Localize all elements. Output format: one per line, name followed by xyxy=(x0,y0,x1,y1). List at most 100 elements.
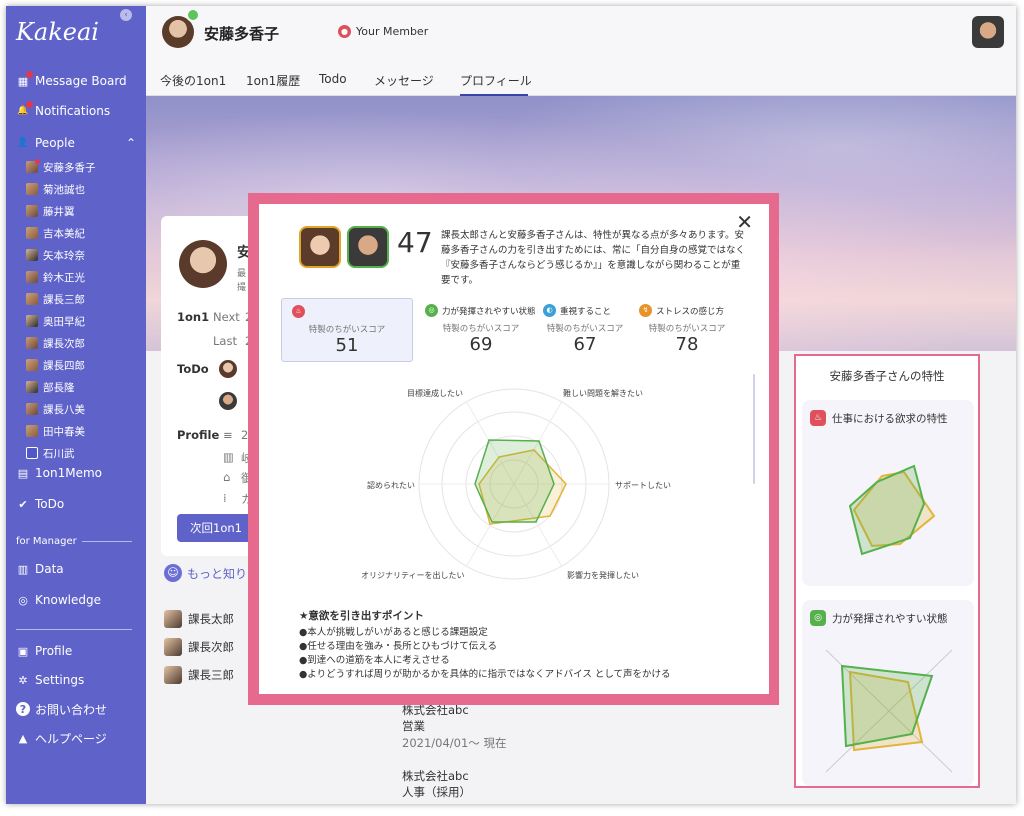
trait-card-motivation[interactable]: ♨ 仕事における欲求の特性 xyxy=(802,400,974,586)
career-period: 2021/04/01〜 現在 xyxy=(402,736,507,750)
trait-radar-chart xyxy=(825,649,953,773)
score-tile-sublabel: 特製のちがいスコア xyxy=(648,324,726,334)
values-icon: ◐ xyxy=(543,304,556,317)
people-item[interactable]: 部長隆 xyxy=(26,378,75,396)
profile-subtext: 最 xyxy=(237,269,247,279)
sidebar-item-message-board[interactable]: ▦ Message Board xyxy=(16,70,127,92)
score-tile-sublabel: 特製のちがいスコア xyxy=(546,324,624,334)
collapse-sidebar-icon[interactable]: ‹ xyxy=(120,9,132,21)
grid-icon: ⁞ xyxy=(223,491,227,505)
people-item[interactable]: 矢本玲奈 xyxy=(26,246,85,264)
sidebar-item-contact[interactable]: ? お問い合わせ xyxy=(16,698,107,720)
sidebar-item-data[interactable]: ▥ Data xyxy=(16,558,64,580)
sidebar-item-todo[interactable]: ✔ ToDo xyxy=(16,493,64,515)
sidebar-item-label: Message Board xyxy=(35,74,127,88)
score-tile-performance[interactable]: ◎ 力が発揮されやすい状態 特製のちがいスコア 69 xyxy=(415,298,547,362)
list-item[interactable]: 課長三郎 xyxy=(164,666,234,684)
score-tile-label: ストレスの感じ方 xyxy=(656,306,725,317)
person-icon: 👤 xyxy=(17,138,29,148)
sidebar-item-people[interactable]: 👤 People ⌃ xyxy=(16,132,136,154)
people-item[interactable]: 課長四郎 xyxy=(26,356,85,374)
score-tile-sublabel: 特製のちがいスコア xyxy=(442,324,520,334)
score-tile-stress[interactable]: ↯ ストレスの感じ方 特製のちがいスコア 78 xyxy=(629,298,745,362)
people-item[interactable]: 鈴木正光 xyxy=(26,268,85,286)
tab-upcoming-1on1[interactable]: 今後の1on1 xyxy=(160,72,226,89)
radar-axis-label: 目標達成したい xyxy=(407,389,463,398)
point-item: ●到達への道筋を本人に考えさせる xyxy=(299,655,450,666)
radar-axis-label: オリジナリティーを出したい xyxy=(361,571,465,580)
online-status-icon xyxy=(186,8,200,22)
people-item[interactable]: 課長三郎 xyxy=(26,290,85,308)
label-next: Next xyxy=(213,310,240,324)
chevron-up-icon[interactable]: ⌃ xyxy=(126,136,136,150)
sidebar-item-label: Notifications xyxy=(35,104,111,118)
points-title: ★意欲を引き出すポイント xyxy=(299,610,424,622)
sidebar-item-profile[interactable]: ▣ Profile xyxy=(16,640,73,662)
motivation-radar-chart xyxy=(418,388,610,580)
avatar xyxy=(26,337,38,349)
next-1on1-button[interactable]: 次回1on1 xyxy=(177,514,255,542)
target-icon: ◎ xyxy=(425,304,438,317)
score-tile-value: 51 xyxy=(335,335,359,356)
trait-card-label: 力が発揮されやすい状態 xyxy=(832,612,948,625)
people-item[interactable]: 石川武 xyxy=(26,444,75,462)
current-user-avatar[interactable] xyxy=(972,16,1004,48)
people-item[interactable]: 安藤多香子 xyxy=(26,158,96,176)
list-item[interactable]: 課長太郎 xyxy=(164,610,234,628)
tab-message[interactable]: メッセージ xyxy=(374,72,434,89)
avatar xyxy=(164,666,182,684)
avatar xyxy=(26,293,38,305)
people-item[interactable]: 課長次郎 xyxy=(26,334,85,352)
avatar xyxy=(219,360,237,378)
sidebar-item-1on1memo[interactable]: ▤ 1on1Memo xyxy=(16,462,102,484)
trait-card-performance[interactable]: ◎ 力が発揮されやすい状態 xyxy=(802,600,974,786)
people-item[interactable]: 菊池誠也 xyxy=(26,180,85,198)
member-badge: ● Your Member xyxy=(338,25,428,38)
traits-panel-title: 安藤多香子さんの特性 xyxy=(829,369,945,383)
tab-1on1-history[interactable]: 1on1履歴 xyxy=(246,72,300,89)
traits-panel: 安藤多香子さんの特性 ♨ 仕事における欲求の特性 ◎ 力が発揮されやすい状態 xyxy=(794,354,980,788)
building-icon: ▥ xyxy=(223,450,234,464)
manager-avatar xyxy=(347,226,389,268)
gear-icon: ✲ xyxy=(18,673,28,687)
sidebar-item-notifications[interactable]: 🔔 Notifications xyxy=(16,100,110,122)
score-tile-motivation[interactable]: ♨ 特製のちがいスコア 51 xyxy=(281,298,413,362)
list-item[interactable]: 課長次郎 xyxy=(164,638,234,656)
sidebar-item-knowledge[interactable]: ◎ Knowledge xyxy=(16,589,101,611)
people-item[interactable]: 課長八美 xyxy=(26,400,85,418)
trait-card-header: ◎ 力が発揮されやすい状態 xyxy=(810,610,948,626)
more-link[interactable]: ☺ もっと知りた xyxy=(164,564,259,582)
score-tile-values[interactable]: ◐ 重視すること 特製のちがいスコア 67 xyxy=(533,298,637,362)
bell-icon: 🔔 xyxy=(16,101,33,118)
avatar xyxy=(26,227,38,239)
people-item[interactable]: 吉本美紀 xyxy=(26,224,85,242)
sidebar-item-settings[interactable]: ✲ Settings xyxy=(16,669,84,691)
manager-section-label: for Manager xyxy=(16,535,77,547)
label-last: Last xyxy=(213,334,237,348)
sidebar-item-help-page[interactable]: ▲ ヘルプページ xyxy=(16,727,107,749)
people-item[interactable]: 奥田早紀 xyxy=(26,312,85,330)
app-logo[interactable]: Kakeai xyxy=(16,18,99,46)
tab-profile[interactable]: プロフィール xyxy=(460,72,532,89)
people-item[interactable]: 藤井翼 xyxy=(26,202,75,220)
label-todo: ToDo xyxy=(177,362,209,376)
tab-todo[interactable]: Todo xyxy=(319,72,347,86)
modal-scrollbar[interactable] xyxy=(753,374,755,484)
unread-badge xyxy=(26,71,33,78)
unread-badge xyxy=(26,101,33,108)
id-card-icon: ▣ xyxy=(17,644,29,658)
avatar xyxy=(26,183,38,195)
divider xyxy=(16,629,132,630)
avatar xyxy=(26,315,38,327)
people-item[interactable]: 田中春美 xyxy=(26,422,85,440)
avatar xyxy=(179,240,227,288)
lightning-icon: ↯ xyxy=(639,304,652,317)
calendar-icon: ≡ xyxy=(223,428,233,442)
career-company: 株式会社abc xyxy=(402,769,469,783)
trait-radar-chart xyxy=(848,464,936,556)
radar-axis-label: 認められたい xyxy=(367,481,415,490)
person-icon: ● xyxy=(338,25,351,38)
flame-icon: ♨ xyxy=(810,410,826,426)
compatibility-description: 課長太郎さんと安藤多香子さんは、特性が異なる点が多々あります。安藤多香子さんの力… xyxy=(441,230,746,286)
check-icon: ✔ xyxy=(18,497,28,511)
